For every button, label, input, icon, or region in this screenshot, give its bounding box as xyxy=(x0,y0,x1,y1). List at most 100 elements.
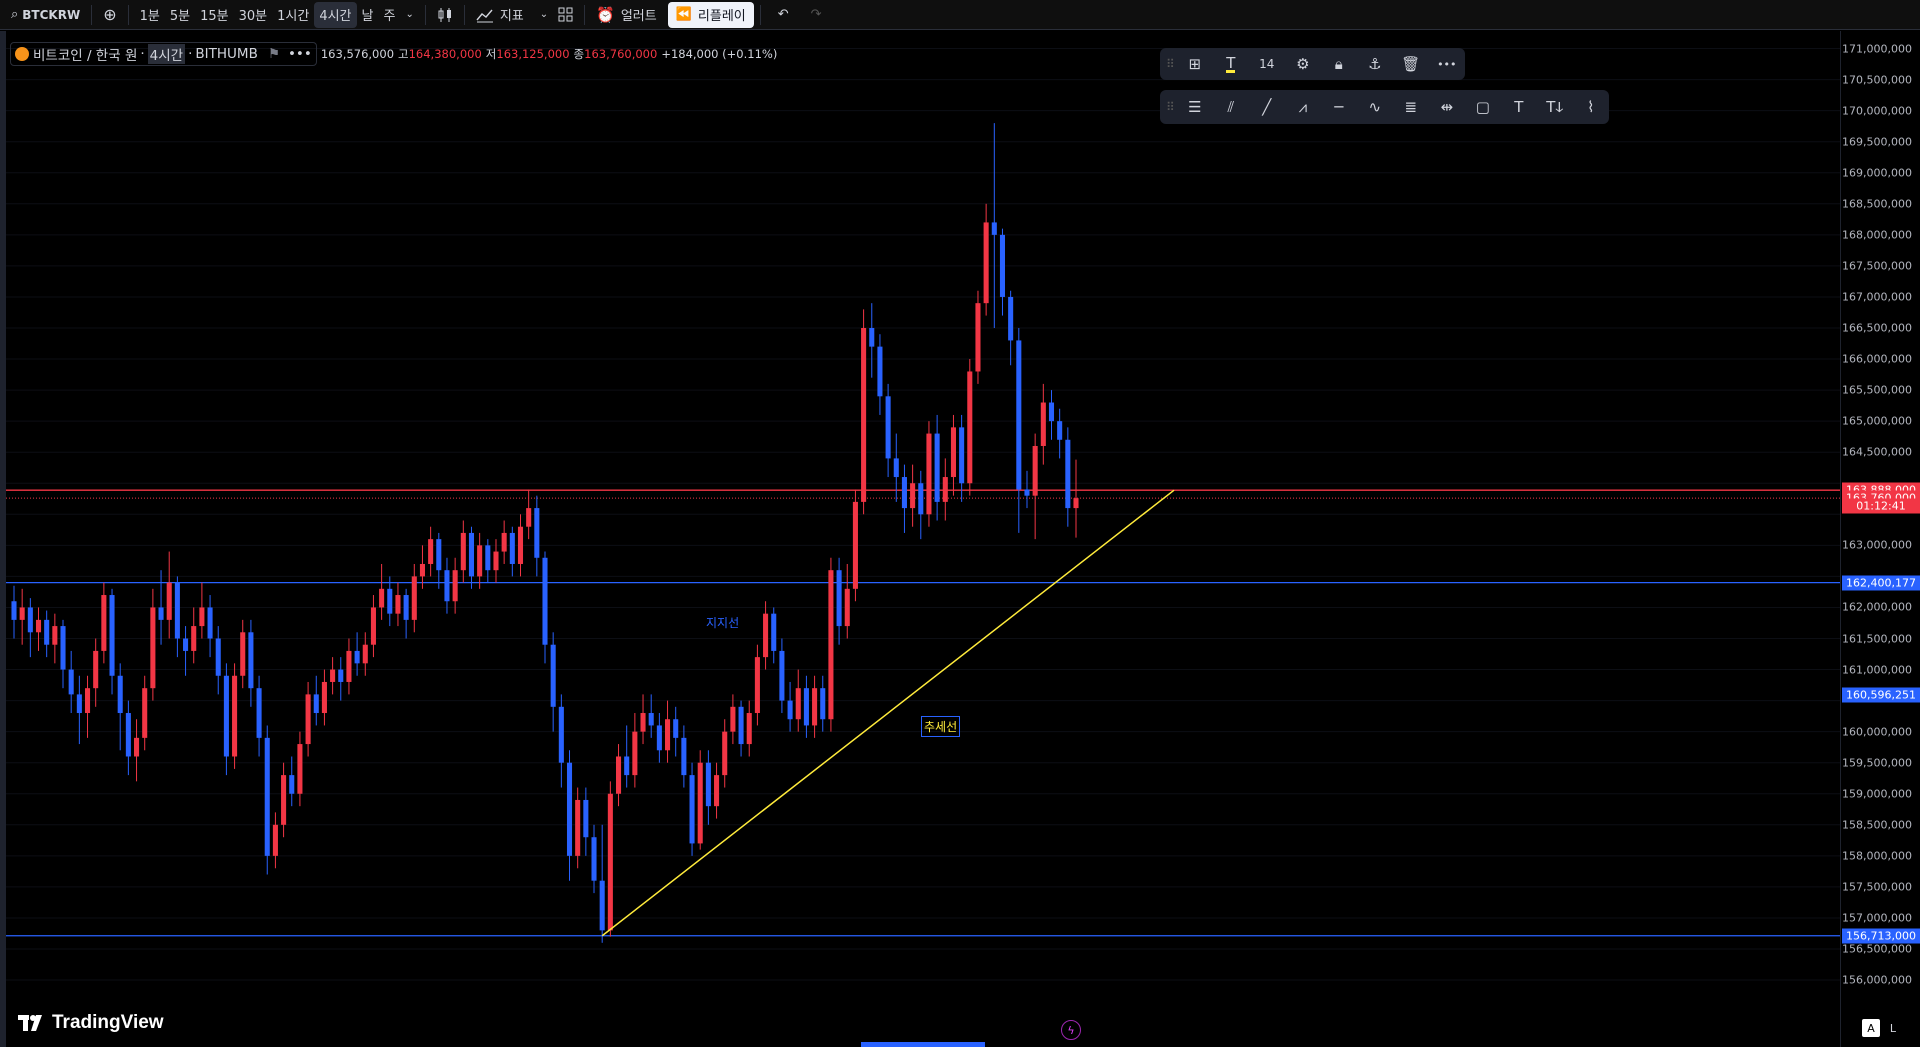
candle-body xyxy=(158,607,164,620)
candle-body xyxy=(264,737,270,856)
time-scroll-indicator[interactable] xyxy=(861,1042,985,1047)
top-toolbar: ⌕ BTCKRW ⊕ 1분 5분 15분 30분 1시간 4시간 날 주 ⌄ 지… xyxy=(0,0,1920,30)
layouts-button[interactable] xyxy=(553,2,578,28)
interval-15m[interactable]: 15분 xyxy=(195,2,234,28)
symbol-search[interactable]: ⌕ BTCKRW xyxy=(6,2,85,28)
pattern-tool[interactable]: ⩘ xyxy=(1289,93,1317,121)
candle-body xyxy=(509,532,515,564)
parallel-channel-tool[interactable]: ⫽ xyxy=(1217,93,1245,121)
interval-5m[interactable]: 5분 xyxy=(165,2,195,28)
candle-body xyxy=(763,613,769,658)
interval-day[interactable]: 날 xyxy=(357,2,379,28)
indicators-dropdown[interactable]: ⌄ xyxy=(535,2,553,28)
horizontal-lines-icon: ☰ xyxy=(1188,98,1202,116)
price-tick: 165,500,000 xyxy=(1842,383,1912,397)
trend-line-label[interactable]: 추세선 xyxy=(921,716,961,737)
price-tick: 170,500,000 xyxy=(1842,73,1912,87)
price-tick: 156,500,000 xyxy=(1842,942,1912,956)
price-tick: 162,000,000 xyxy=(1842,600,1912,614)
price-label: 01:12:41 xyxy=(1842,498,1920,514)
template-button[interactable]: ⊞ xyxy=(1181,50,1209,78)
rectangle-tool[interactable]: ▢ xyxy=(1469,93,1497,121)
drag-handle-icon[interactable]: ⠿ xyxy=(1166,100,1175,114)
elliott-wave-tool[interactable]: ∿ xyxy=(1361,93,1389,121)
undo-button[interactable]: ↶ xyxy=(773,2,794,28)
dot-separator: · xyxy=(188,46,193,62)
more-icon[interactable]: ••• xyxy=(288,46,312,62)
candle-body xyxy=(150,607,156,689)
lightning-icon[interactable]: ϟ xyxy=(1061,1020,1081,1040)
interval-dropdown[interactable]: ⌄ xyxy=(400,2,418,28)
fib-tool[interactable]: ≣ xyxy=(1397,93,1425,121)
low-label: 저 xyxy=(485,47,497,61)
chart-type-button[interactable] xyxy=(432,2,458,28)
candle-body xyxy=(697,762,703,844)
candle-body xyxy=(934,433,940,502)
candle-body xyxy=(387,588,393,614)
alert-label: 얼러트 xyxy=(620,9,657,24)
trend-line-tool[interactable]: ╱ xyxy=(1253,93,1281,121)
candle-body xyxy=(444,570,450,602)
candle-body xyxy=(60,626,66,670)
horizontal-ray-tool[interactable]: ─ xyxy=(1325,93,1353,121)
interval-1m[interactable]: 1분 xyxy=(135,2,165,28)
legend-interval: 4시간 xyxy=(147,44,186,64)
interval-4h[interactable]: 4시간 xyxy=(314,1,357,28)
trend-line-icon: ╱ xyxy=(1262,98,1272,116)
candle-body xyxy=(109,595,115,676)
candle-body xyxy=(183,638,189,651)
candle-body xyxy=(460,532,466,571)
candle-body xyxy=(232,675,238,757)
candle-body xyxy=(11,601,17,620)
anchor-button[interactable]: ⚓︎ xyxy=(1361,50,1389,78)
interval-1h[interactable]: 1시간 xyxy=(272,2,314,28)
price-axis[interactable]: 171,000,000 170,500,000 170,000,000 169,500… xyxy=(1840,31,1920,1047)
candle-body xyxy=(534,508,540,558)
compare-add-button[interactable]: ⊕ xyxy=(98,2,121,28)
candlestick-chart[interactable] xyxy=(6,31,1840,1047)
candle-body xyxy=(714,775,720,807)
redo-button[interactable]: ↷ xyxy=(806,2,827,28)
font-size-button[interactable]: 14 xyxy=(1253,50,1281,78)
legend-exchange: BITHUMB xyxy=(195,46,258,62)
lock-button[interactable]: 🔒︎ xyxy=(1325,50,1353,78)
open-value: 163,576,000 xyxy=(320,47,395,61)
interval-week[interactable]: 주 xyxy=(378,2,400,28)
candle-body xyxy=(877,346,883,397)
settings-button[interactable]: ⚙ xyxy=(1289,50,1317,78)
channel-icon: ⫽ xyxy=(1227,98,1235,116)
alert-button[interactable]: ⏰ 얼러트 xyxy=(591,2,662,28)
chart-area[interactable] xyxy=(6,31,1840,1047)
candle-body xyxy=(134,737,140,757)
rewind-icon: ⏪ xyxy=(675,7,692,22)
high-label: 고 xyxy=(398,47,409,61)
support-line-label[interactable]: 지지선 xyxy=(706,614,739,631)
auto-scale-toggle[interactable]: A xyxy=(1862,1019,1880,1037)
tradingview-logo[interactable]: TradingView xyxy=(18,1012,164,1034)
drag-handle-icon[interactable]: ⠿ xyxy=(1166,57,1175,71)
horizontal-lines-tool[interactable]: ☰ xyxy=(1181,93,1209,121)
more-button[interactable]: ••• xyxy=(1433,50,1461,78)
price-tick: 167,500,000 xyxy=(1842,259,1912,273)
replay-button[interactable]: ⏪ 리플레이 xyxy=(667,1,754,28)
candle-body xyxy=(738,706,744,745)
candle-body xyxy=(844,588,850,627)
candle-body xyxy=(272,824,278,856)
candle-body xyxy=(501,532,507,552)
range-tool[interactable]: ⇹ xyxy=(1433,93,1461,121)
rectangle-icon: ▢ xyxy=(1475,98,1490,116)
text-size-tool[interactable]: Tↆ xyxy=(1541,93,1569,121)
candle-body xyxy=(68,669,74,695)
log-scale-toggle[interactable]: L xyxy=(1884,1019,1902,1037)
symbol-title-box[interactable]: 비트코인 / 한국 원 · 4시간 · BITHUMB ⚑ ••• xyxy=(10,42,317,66)
candle-body xyxy=(468,532,475,577)
pattern-shapes-tool[interactable]: ⌇ xyxy=(1577,93,1605,121)
candle-body xyxy=(730,706,736,732)
text-color-button[interactable]: T xyxy=(1217,50,1245,78)
text-tool[interactable]: T xyxy=(1505,93,1533,121)
interval-30m[interactable]: 30분 xyxy=(234,2,273,28)
candle-body xyxy=(656,725,662,751)
indicators-button[interactable]: 지표 xyxy=(471,2,529,28)
candle-body xyxy=(297,744,303,794)
delete-button[interactable]: 🗑︎ xyxy=(1397,50,1425,78)
